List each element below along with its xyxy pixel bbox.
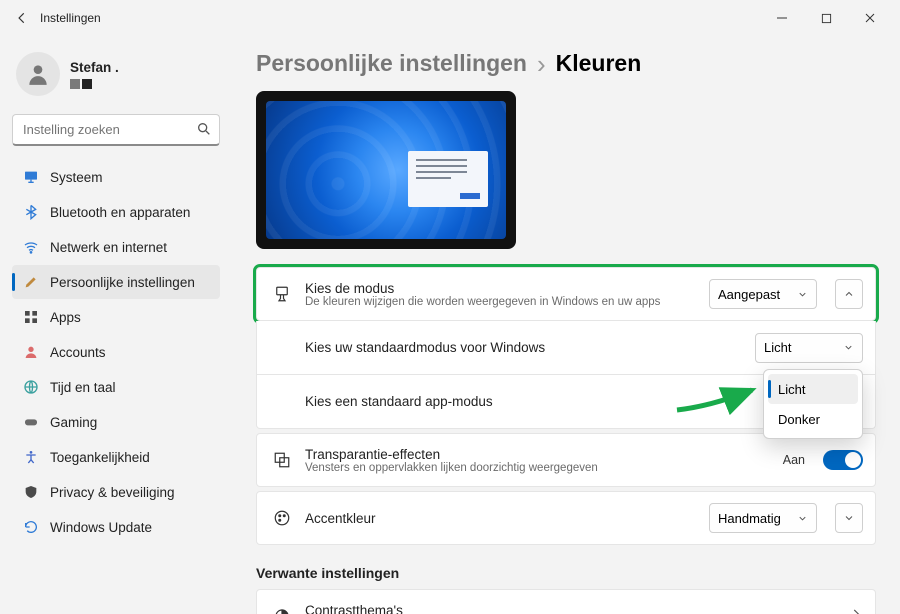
gamepad-icon — [22, 414, 40, 430]
sidebar-item-apps[interactable]: Apps — [12, 300, 220, 334]
dropdown-option-licht[interactable]: Licht — [768, 374, 858, 404]
wifi-icon — [22, 239, 40, 255]
sidebar-item-systeem[interactable]: Systeem — [12, 160, 220, 194]
sidebar-item-gaming[interactable]: Gaming — [12, 405, 220, 439]
sidebar-item-label: Systeem — [50, 170, 103, 185]
row-transparency[interactable]: Transparantie-effecten Vensters en opper… — [256, 433, 876, 487]
breadcrumb-parent[interactable]: Persoonlijke instellingen — [256, 50, 527, 77]
row-title: Kies de modus — [305, 281, 697, 296]
sidebar-item-label: Netwerk en internet — [50, 240, 167, 255]
sidebar: Stefan . Systeem Bluetooth en apparaten Ne… — [0, 36, 230, 614]
mode-combo[interactable]: Aangepast — [709, 279, 817, 309]
profile-block[interactable]: Stefan . — [12, 44, 220, 106]
sidebar-item-toegang[interactable]: Toegankelijkheid — [12, 440, 220, 474]
access-icon — [22, 449, 40, 465]
sidebar-item-label: Tijd en taal — [50, 380, 116, 395]
sidebar-item-update[interactable]: Windows Update — [12, 510, 220, 544]
sidebar-item-label: Apps — [50, 310, 81, 325]
sidebar-item-netwerk[interactable]: Netwerk en internet — [12, 230, 220, 264]
sidebar-item-label: Bluetooth en apparaten — [50, 205, 190, 220]
row-desc: De kleuren wijzigen die worden weergegev… — [305, 296, 697, 308]
sidebar-item-personal[interactable]: Persoonlijke instellingen — [12, 265, 220, 299]
sidebar-item-tijd[interactable]: Tijd en taal — [12, 370, 220, 404]
bluetooth-icon — [22, 204, 40, 220]
sidebar-item-label: Persoonlijke instellingen — [50, 275, 195, 290]
avatar — [16, 52, 60, 96]
row-contrast-themes[interactable]: Contrastthema's Kleurenthema's voor slec… — [256, 589, 876, 614]
palette-icon — [271, 509, 293, 527]
chevron-right-icon — [849, 607, 863, 614]
preview-window — [408, 151, 488, 207]
globe-icon — [22, 379, 40, 395]
toggle-state: Aan — [783, 453, 805, 467]
minimize-button[interactable] — [760, 4, 804, 32]
body: Stefan . Systeem Bluetooth en apparaten Ne… — [0, 36, 900, 614]
page-title: Kleuren — [556, 50, 642, 77]
titlebar: Instellingen — [0, 0, 900, 36]
row-accent-color[interactable]: Accentkleur Handmatig — [256, 491, 876, 545]
windows-mode-combo[interactable]: Licht — [755, 333, 863, 363]
main-content[interactable]: Persoonlijke instellingen › Kleuren — [230, 36, 900, 614]
window-title: Instellingen — [40, 11, 101, 25]
sidebar-item-label: Privacy & beveiliging — [50, 485, 175, 500]
sidebar-item-label: Gaming — [50, 415, 97, 430]
sidebar-item-label: Toegankelijkheid — [50, 450, 150, 465]
row-app-mode[interactable]: Kies een standaard app-modus Licht Donke… — [256, 375, 876, 429]
settings-window: Instellingen Stefan . — [0, 0, 900, 614]
profile-swatches — [70, 79, 119, 89]
update-icon — [22, 519, 40, 535]
breadcrumb: Persoonlijke instellingen › Kleuren — [256, 46, 876, 91]
sidebar-item-label: Windows Update — [50, 520, 152, 535]
close-button[interactable] — [848, 4, 892, 32]
chevron-right-icon: › — [537, 51, 546, 77]
theme-preview — [256, 91, 516, 249]
pencil-icon — [22, 274, 40, 290]
system-icon — [22, 169, 40, 185]
sidebar-item-label: Accounts — [50, 345, 106, 360]
search-box[interactable] — [12, 114, 220, 146]
dropdown-option-donker[interactable]: Donker — [768, 404, 858, 434]
window-controls — [760, 4, 892, 32]
transparency-icon — [271, 451, 293, 469]
contrast-icon — [271, 607, 293, 614]
collapse-button[interactable] — [835, 279, 863, 309]
related-heading: Verwante instellingen — [256, 565, 876, 581]
transparency-toggle[interactable] — [823, 450, 863, 470]
sidebar-item-bluetooth[interactable]: Bluetooth en apparaten — [12, 195, 220, 229]
accent-combo[interactable]: Handmatig — [709, 503, 817, 533]
sidebar-item-accounts[interactable]: Accounts — [12, 335, 220, 369]
maximize-button[interactable] — [804, 4, 848, 32]
search-input[interactable] — [12, 114, 220, 146]
user-icon — [22, 344, 40, 360]
profile-name: Stefan . — [70, 60, 119, 75]
sidebar-item-privacy[interactable]: Privacy & beveiliging — [12, 475, 220, 509]
back-button[interactable] — [10, 6, 34, 30]
highlight-annotation: Kies de modus De kleuren wijzigen die wo… — [256, 267, 876, 321]
brush-icon — [271, 285, 293, 303]
row-windows-mode[interactable]: Kies uw standaardmodus voor Windows Lich… — [256, 321, 876, 375]
search-icon — [196, 121, 212, 142]
expand-button[interactable] — [835, 503, 863, 533]
app-mode-dropdown[interactable]: Licht Donker — [763, 369, 863, 439]
row-choose-mode[interactable]: Kies de modus De kleuren wijzigen die wo… — [256, 267, 876, 321]
apps-icon — [22, 309, 40, 325]
nav: Systeem Bluetooth en apparaten Netwerk en … — [12, 160, 220, 544]
shield-icon — [22, 484, 40, 500]
